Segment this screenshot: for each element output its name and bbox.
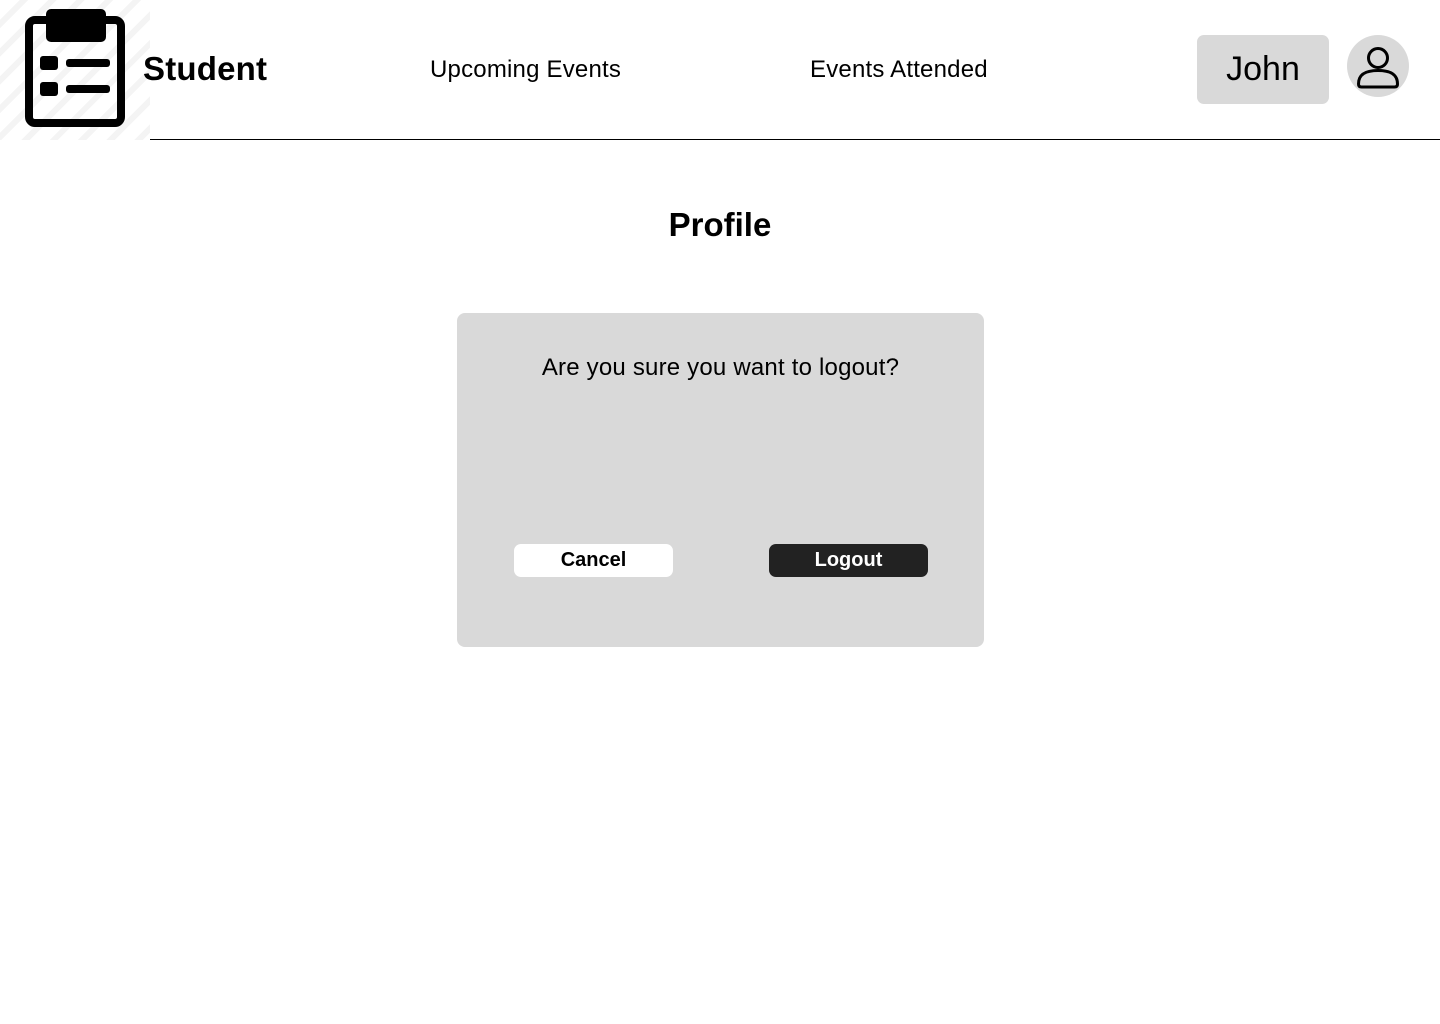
user-icon <box>1356 47 1400 89</box>
cancel-button[interactable]: Cancel <box>514 544 673 577</box>
logout-button-label: Logout <box>814 549 883 571</box>
nav-events-attended[interactable]: Events Attended <box>810 56 988 84</box>
cancel-button-label: Cancel <box>560 549 627 571</box>
dialog-message: Are you sure you want to logout? <box>541 354 900 381</box>
clipboard-list-icon <box>25 9 125 127</box>
logout-confirm-dialog: Are you sure you want to logout? Cancel … <box>457 313 984 647</box>
top-nav-bar: Student Upcoming Events Events Attended … <box>0 0 1440 140</box>
logo[interactable] <box>0 0 150 140</box>
profile-avatar-button[interactable] <box>1347 35 1409 97</box>
user-name-label: John <box>1226 50 1300 88</box>
page-title: Profile <box>668 206 772 243</box>
app-title: Student <box>143 50 268 87</box>
user-name-button[interactable]: John <box>1197 35 1329 104</box>
nav-upcoming-events[interactable]: Upcoming Events <box>430 56 621 84</box>
logout-button[interactable]: Logout <box>769 544 928 577</box>
